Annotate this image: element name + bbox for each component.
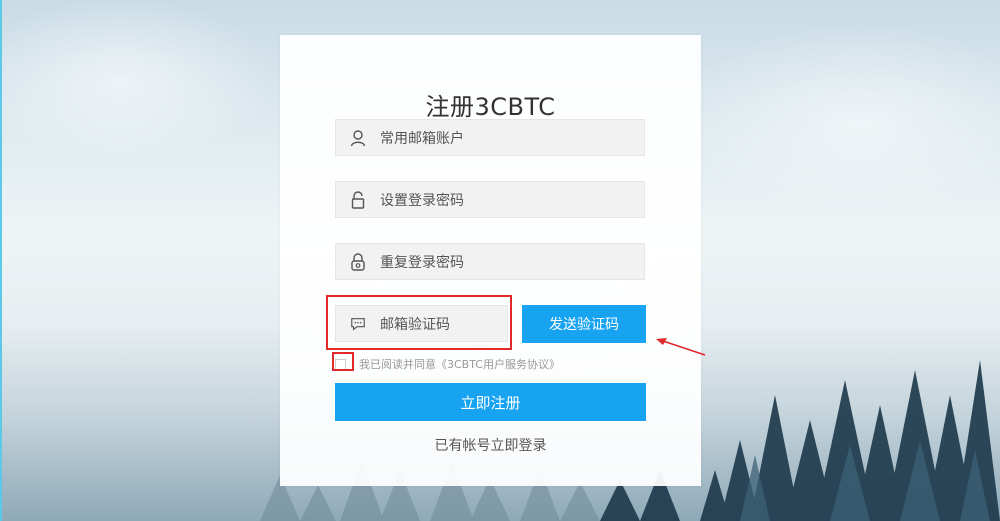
repeat-password-placeholder: 重复登录密码: [380, 254, 464, 271]
login-link[interactable]: 已有帐号立即登录: [280, 435, 701, 455]
code-field-annotation-box: [326, 295, 512, 350]
checkbox-annotation-box: [332, 352, 354, 371]
agreement-row: 我已阅读并同意《3CBTC用户服务协议》: [335, 357, 560, 371]
password-field[interactable]: 设置登录密码: [335, 181, 645, 218]
password-placeholder: 设置登录密码: [380, 192, 464, 209]
page-title: 注册3CBTC: [425, 93, 556, 121]
register-button[interactable]: 立即注册: [335, 383, 646, 421]
user-icon: [350, 129, 366, 147]
register-card: 注册3CBTC 常用邮箱账户 设置登录密码 重复登录密码 邮箱验证码 发送验证码…: [280, 35, 701, 486]
lock-dots-icon: [350, 252, 366, 271]
email-placeholder: 常用邮箱账户: [380, 130, 464, 147]
repeat-password-field[interactable]: 重复登录密码: [335, 243, 645, 280]
lock-icon: [350, 190, 366, 209]
email-field[interactable]: 常用邮箱账户: [335, 119, 645, 156]
annotation-arrow-icon: [656, 338, 706, 356]
agreement-text[interactable]: 我已阅读并同意《3CBTC用户服务协议》: [359, 356, 560, 372]
send-code-button[interactable]: 发送验证码: [522, 305, 646, 343]
page-background: 注册3CBTC 常用邮箱账户 设置登录密码 重复登录密码 邮箱验证码 发送验证码…: [0, 0, 1000, 521]
